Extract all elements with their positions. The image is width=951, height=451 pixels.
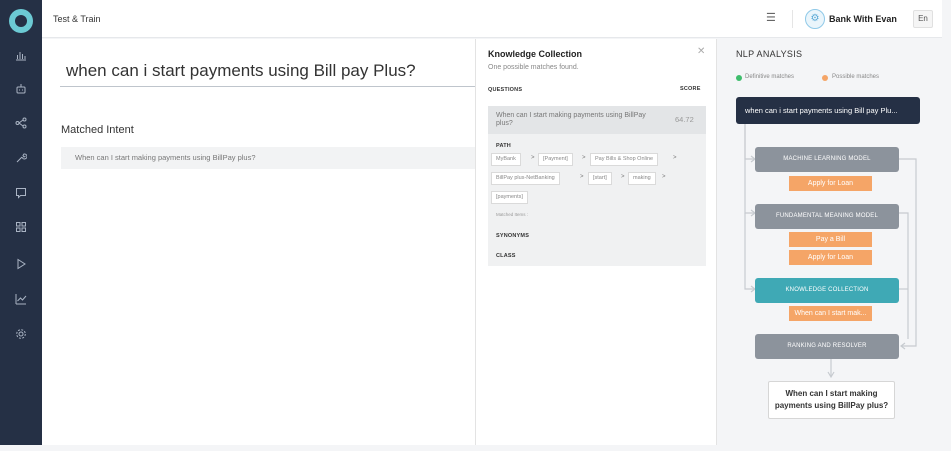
possible-legend-dot bbox=[822, 75, 828, 81]
path-separator: > bbox=[621, 174, 625, 180]
robot-icon[interactable] bbox=[11, 81, 31, 101]
path-chip: MyBank bbox=[491, 153, 521, 166]
path-chip: [start] bbox=[588, 172, 612, 185]
definitive-legend-dot bbox=[736, 75, 742, 81]
kc-match-tag[interactable]: When can I start mak... bbox=[789, 306, 872, 321]
utterance-input[interactable]: when can i start payments using Bill pay… bbox=[66, 61, 416, 81]
path-label: PATH bbox=[496, 143, 511, 149]
questions-column-header: QUESTIONS bbox=[488, 87, 523, 93]
nlp-title: NLP ANALYSIS bbox=[736, 49, 803, 59]
gear-icon[interactable] bbox=[11, 326, 31, 346]
bot-avatar-icon[interactable]: ⚙ bbox=[805, 9, 825, 29]
divider bbox=[792, 10, 793, 28]
bot-name[interactable]: Bank With Evan bbox=[829, 14, 897, 24]
grid-icon[interactable] bbox=[11, 219, 31, 239]
fm-match-tag[interactable]: Apply for Loan bbox=[789, 250, 872, 265]
path-separator: > bbox=[673, 155, 677, 161]
test-panel: when can i start payments using Bill pay… bbox=[42, 39, 475, 445]
score-column-header: SCORE bbox=[680, 86, 701, 92]
play-icon[interactable] bbox=[11, 256, 31, 276]
final-intent-result: When can I start making payments using B… bbox=[768, 381, 895, 419]
page-title: Test & Train bbox=[53, 14, 101, 24]
nlp-analysis-panel: NLP ANALYSIS Definitive matches Possible… bbox=[718, 39, 943, 445]
nlp-input-text: when can i start payments using Bill pay… bbox=[745, 106, 898, 115]
matched-items-label: Matched Items : bbox=[496, 212, 529, 217]
matched-intent-heading: Matched Intent bbox=[61, 124, 134, 136]
sidebar bbox=[0, 0, 42, 445]
app-logo[interactable] bbox=[9, 9, 33, 33]
close-icon[interactable]: ✕ bbox=[697, 46, 705, 57]
possible-legend-label: Possible matches bbox=[832, 74, 880, 80]
definitive-legend-label: Definitive matches bbox=[745, 74, 795, 80]
kc-result-score: 64.72 bbox=[675, 115, 694, 124]
kc-result-question: When can I start making payments using B… bbox=[496, 112, 646, 127]
synonyms-label: SYNONYMS bbox=[496, 233, 530, 239]
kc-result-row[interactable]: When can I start making payments using B… bbox=[488, 106, 706, 134]
path-chip: BillPay plus-NetBanking bbox=[491, 172, 560, 185]
kc-subtitle: One possible matches found. bbox=[488, 64, 579, 71]
top-bar: Test & Train ☰ ⚙ Bank With Evan En bbox=[42, 0, 942, 38]
path-separator: > bbox=[582, 155, 586, 161]
ml-match-tag[interactable]: Apply for Loan bbox=[789, 176, 872, 191]
matched-intent-row[interactable]: When can I start making payments using B… bbox=[61, 147, 475, 169]
kc-result-detail: When can I start making payments using B… bbox=[488, 106, 706, 266]
language-button[interactable]: En bbox=[913, 10, 933, 28]
kc-model-node[interactable]: KNOWLEDGE COLLECTION bbox=[755, 278, 899, 303]
line-chart-icon[interactable] bbox=[11, 291, 31, 311]
nlp-input-bubble: when can i start payments using Bill pay… bbox=[736, 97, 920, 124]
fm-model-node[interactable]: FUNDAMENTAL MEANING MODEL bbox=[755, 204, 899, 229]
menu-icon[interactable]: ☰ bbox=[766, 12, 778, 24]
path-separator: > bbox=[580, 174, 584, 180]
path-chip: [Payment] bbox=[538, 153, 573, 166]
matched-intent-text: When can I start making payments using B… bbox=[75, 153, 256, 162]
path-chip: making bbox=[628, 172, 656, 185]
path-separator: > bbox=[531, 155, 535, 161]
share-icon[interactable] bbox=[11, 115, 31, 135]
fm-match-tag[interactable]: Pay a Bill bbox=[789, 232, 872, 247]
ml-model-node[interactable]: MACHINE LEARNING MODEL bbox=[755, 147, 899, 172]
ranking-resolver-node[interactable]: RANKING AND RESOLVER bbox=[755, 334, 899, 359]
knowledge-collection-panel: Knowledge Collection ✕ One possible matc… bbox=[475, 39, 717, 445]
bar-chart-icon[interactable] bbox=[11, 47, 31, 67]
path-chip: Pay Bills & Shop Online bbox=[590, 153, 659, 166]
path-chip: [payments] bbox=[491, 191, 528, 204]
chat-icon[interactable] bbox=[11, 185, 31, 205]
wrench-icon[interactable] bbox=[11, 150, 31, 170]
kc-title: Knowledge Collection bbox=[488, 49, 583, 59]
class-label: CLASS bbox=[496, 253, 516, 259]
path-separator: > bbox=[662, 174, 666, 180]
input-underline bbox=[60, 86, 475, 87]
app-root: Test & Train ☰ ⚙ Bank With Evan En when … bbox=[0, 0, 951, 451]
